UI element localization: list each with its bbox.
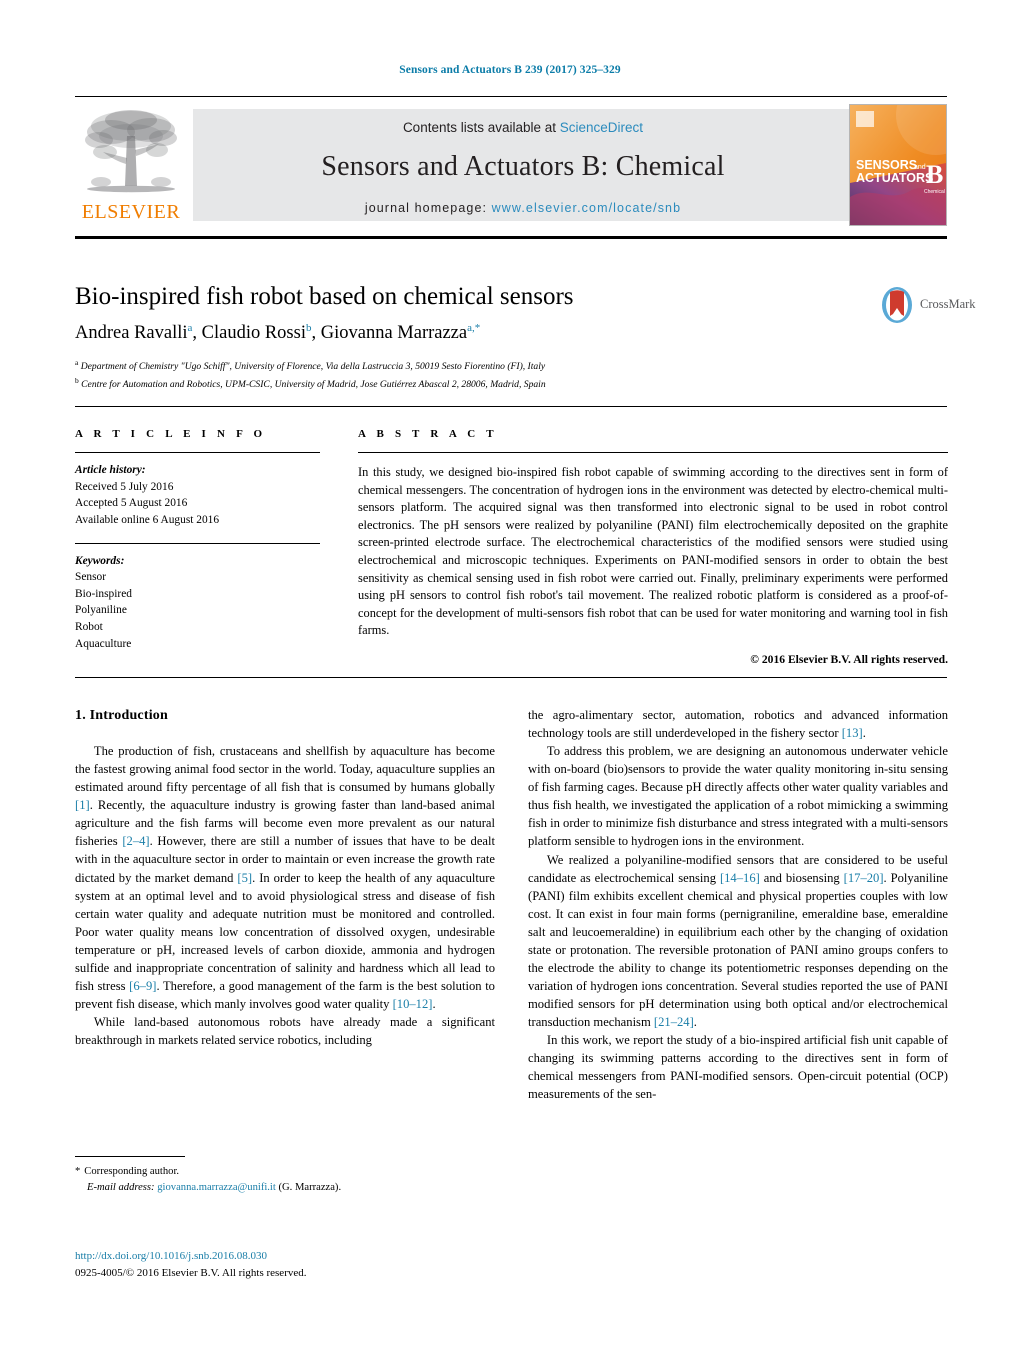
- history-available: Available online 6 August 2016: [75, 513, 220, 526]
- journal-title: Sensors and Actuators B: Chemical: [321, 151, 725, 182]
- crossmark-icon: [882, 287, 912, 323]
- footnote-text: * Corresponding author. E-mail address: g…: [75, 1164, 495, 1196]
- paragraph-text: .: [432, 996, 436, 1011]
- journal-homepage-line: journal homepage: www.elsevier.com/locat…: [193, 201, 853, 215]
- journal-info-box: Contents lists available at ScienceDirec…: [193, 109, 853, 221]
- citation-link[interactable]: [2–4]: [122, 834, 149, 848]
- svg-text:Chemical: Chemical: [924, 189, 945, 195]
- body-paragraph: To address this problem, we are designin…: [528, 742, 948, 850]
- body-column-right: the agro-alimentary sector, automation, …: [528, 706, 948, 1103]
- article-info-column: A R T I C L E I N F O Article history: R…: [75, 428, 320, 652]
- left-column-paragraphs: The production of fish, crustaceans and …: [75, 742, 495, 1049]
- paragraph-text: .: [693, 1015, 697, 1030]
- citation-link[interactable]: [14–16]: [720, 871, 760, 885]
- journal-cover-thumbnail: SENSORS and ACTUATORS B Chemical: [849, 104, 947, 226]
- keyword-item: Polyaniline: [75, 604, 127, 617]
- journal-cover-art: SENSORS and ACTUATORS B Chemical: [850, 105, 946, 225]
- citation-link[interactable]: [17–20]: [844, 871, 884, 885]
- email-suffix: (G. Marrazza).: [275, 1181, 342, 1193]
- article-info-rule: [75, 452, 320, 453]
- paragraph-text: The production of fish, crustaceans and …: [75, 744, 495, 795]
- citation-link[interactable]: [1]: [75, 798, 90, 812]
- corresponding-author-text: Corresponding author.: [84, 1166, 180, 1177]
- elsevier-tree-icon: [85, 110, 177, 193]
- paragraph-text: and biosensing: [759, 870, 844, 885]
- footnote-rule: [75, 1156, 185, 1157]
- abstract-heading: A B S T R A C T: [358, 428, 498, 440]
- masthead-bottom-rule: [75, 236, 947, 239]
- article-info-heading: A R T I C L E I N F O: [75, 428, 267, 440]
- svg-text:SENSORS: SENSORS: [856, 158, 917, 172]
- abstract-copyright: © 2016 Elsevier B.V. All rights reserved…: [750, 653, 948, 667]
- affiliation-a: a Department of Chemistry "Ugo Schiff", …: [75, 358, 546, 373]
- abstract-rule: [358, 452, 948, 453]
- body-paragraph: In this work, we report the study of a b…: [528, 1031, 948, 1103]
- paragraph-text: the agro-alimentary sector, automation, …: [528, 708, 948, 741]
- journal-masthead: ELSEVIER Contents lists available at Sci…: [75, 104, 947, 226]
- keyword-item: Sensor: [75, 571, 107, 584]
- paragraph-text: .: [862, 726, 866, 741]
- keyword-item: Bio-inspired: [75, 587, 132, 600]
- sciencedirect-link[interactable]: ScienceDirect: [560, 120, 643, 135]
- paragraph-text: . Polyaniline (PANI) film exhibits excel…: [528, 870, 948, 1030]
- keywords-rule: [75, 542, 320, 544]
- affiliation-b-text: Centre for Automation and Robotics, UPM-…: [81, 379, 546, 391]
- svg-text:and: and: [914, 164, 926, 171]
- running-head: Sensors and Actuators B 239 (2017) 325–3…: [399, 64, 621, 76]
- elsevier-logo: ELSEVIER: [75, 104, 187, 226]
- author-list: Andrea Ravallia, Claudio Rossib, Giovann…: [75, 322, 481, 344]
- crossmark-label: CrossMark: [920, 297, 976, 311]
- authors-bottom-rule: [75, 406, 947, 407]
- email-line: E-mail address: giovanna.marrazza@unifi.…: [75, 1180, 495, 1196]
- article-history-label: Article history:: [75, 464, 146, 476]
- history-received: Received 5 July 2016: [75, 480, 174, 493]
- email-label: E-mail address:: [87, 1181, 155, 1193]
- article-history: Article history: Received 5 July 2016 Ac…: [75, 462, 320, 529]
- paragraph-text: In this work, we report the study of a b…: [528, 1033, 948, 1102]
- paragraph-text: . In order to keep the health of any aqu…: [75, 870, 495, 993]
- keyword-item: Robot: [75, 621, 103, 634]
- abstract-bottom-rule: [75, 677, 947, 678]
- svg-text:ACTUATORS: ACTUATORS: [856, 171, 933, 185]
- article-page: Sensors and Actuators B 239 (2017) 325–3…: [0, 0, 1020, 1351]
- body-paragraph: the agro-alimentary sector, automation, …: [528, 706, 948, 742]
- citation-link[interactable]: [13]: [842, 726, 863, 740]
- body-paragraph: The production of fish, crustaceans and …: [75, 742, 495, 1013]
- citation-link[interactable]: [6–9]: [129, 979, 156, 993]
- affiliation-b: b Centre for Automation and Robotics, UP…: [75, 376, 546, 391]
- keywords-block: Keywords: Sensor Bio-inspired Polyanilin…: [75, 553, 320, 653]
- journal-homepage-link[interactable]: www.elsevier.com/locate/snb: [492, 201, 682, 215]
- body-paragraph: We realized a polyaniline-modified senso…: [528, 851, 948, 1032]
- doi-link[interactable]: http://dx.doi.org/10.1016/j.snb.2016.08.…: [75, 1250, 267, 1262]
- citation-link[interactable]: [10–12]: [393, 997, 433, 1011]
- page-title: Bio-inspired fish robot based on chemica…: [75, 283, 574, 310]
- contents-available-line: Contents lists available at ScienceDirec…: [193, 120, 853, 135]
- keywords-label: Keywords:: [75, 554, 125, 567]
- svg-text:B: B: [926, 160, 943, 189]
- email-link[interactable]: giovanna.marrazza@unifi.it: [157, 1182, 276, 1193]
- abstract-text: In this study, we designed bio-inspired …: [358, 465, 948, 638]
- footnote-star: *: [75, 1166, 81, 1177]
- citation-link[interactable]: [5]: [237, 871, 252, 885]
- footer-doi-block: http://dx.doi.org/10.1016/j.snb.2016.08.…: [75, 1248, 515, 1281]
- affiliation-a-text: Department of Chemistry "Ugo Schiff", Un…: [80, 361, 546, 373]
- homepage-prefix: journal homepage:: [364, 201, 492, 215]
- top-rule: [75, 96, 947, 97]
- history-accepted: Accepted 5 August 2016: [75, 497, 188, 510]
- right-column-paragraphs: the agro-alimentary sector, automation, …: [528, 706, 948, 1103]
- abstract-column: A B S T R A C T In this study, we design…: [358, 428, 948, 666]
- footnote-block: * Corresponding author. E-mail address: g…: [75, 1156, 495, 1196]
- contents-prefix: Contents lists available at: [402, 120, 560, 135]
- section-heading-introduction: 1. Introduction: [75, 708, 168, 723]
- keyword-item: Aquaculture: [75, 637, 132, 650]
- affiliations: a Department of Chemistry "Ugo Schiff", …: [75, 357, 855, 393]
- elsevier-wordmark: ELSEVIER: [81, 201, 181, 223]
- paragraph-text: To address this problem, we are designin…: [528, 744, 948, 849]
- citation-link[interactable]: [21–24]: [654, 1015, 694, 1029]
- crossmark-badge[interactable]: CrossMark: [878, 286, 976, 326]
- body-column-left: 1. Introduction The production of fish, …: [75, 706, 495, 1049]
- issn-copyright-line: 0925-4005/© 2016 Elsevier B.V. All right…: [75, 1266, 307, 1279]
- body-paragraph: While land-based autonomous robots have …: [75, 1013, 495, 1049]
- paragraph-text: While land-based autonomous robots have …: [75, 1015, 495, 1048]
